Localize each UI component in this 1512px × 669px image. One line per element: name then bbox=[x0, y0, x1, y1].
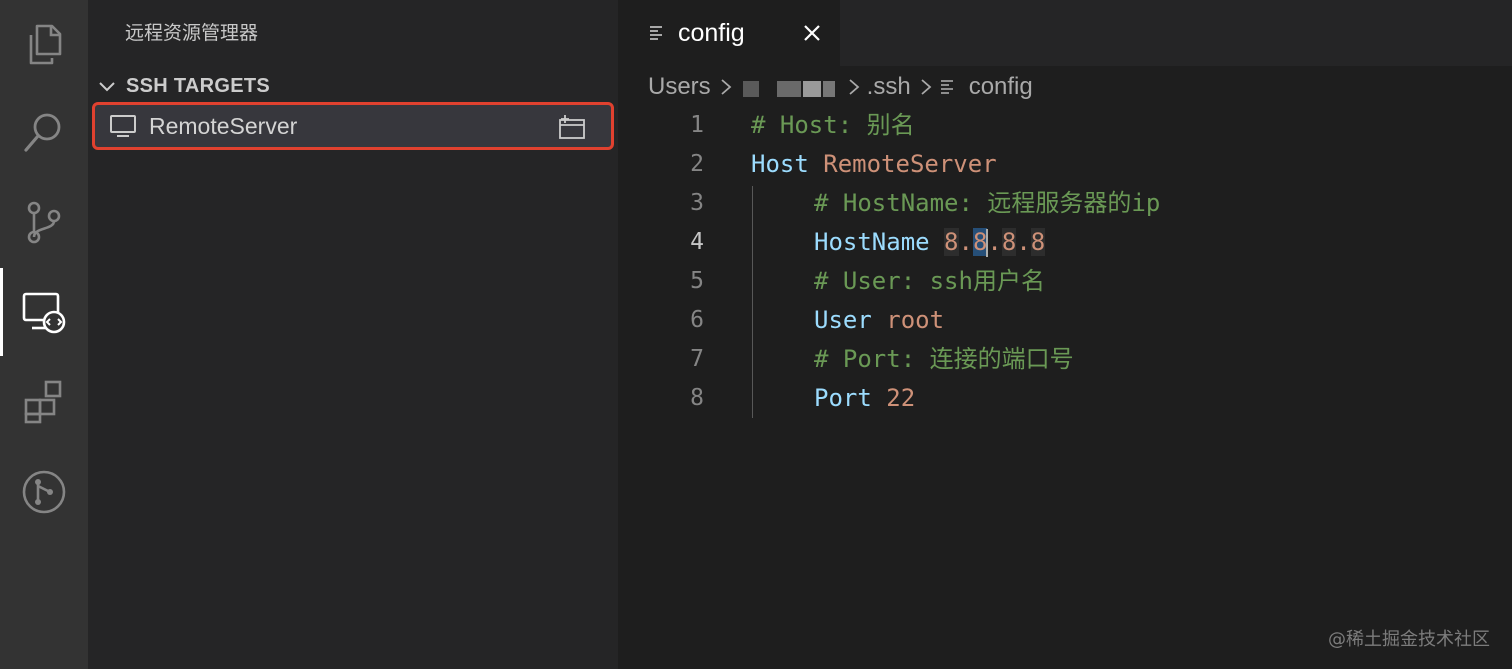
ip-digit: 8 bbox=[1030, 228, 1046, 256]
files-icon bbox=[29, 24, 62, 65]
line-number: 2 bbox=[690, 151, 704, 177]
ip-digit: 8 bbox=[1001, 228, 1017, 256]
code-value: RemoteServer bbox=[823, 150, 997, 178]
chevron-down-icon bbox=[99, 82, 115, 92]
monitor-icon bbox=[110, 115, 136, 137]
code-keyword: User bbox=[814, 306, 872, 334]
activity-bar bbox=[0, 0, 88, 669]
git-graph-icon bbox=[22, 470, 66, 514]
ssh-target-item[interactable]: RemoteServer bbox=[92, 102, 614, 150]
remote-explorer-icon bbox=[22, 292, 66, 334]
source-control-button[interactable] bbox=[0, 178, 88, 266]
breadcrumb-users[interactable]: Users bbox=[648, 73, 711, 101]
code-value: 8.8.8.8 bbox=[944, 228, 1046, 257]
new-window-icon[interactable] bbox=[557, 114, 587, 140]
ip-digit: 8 bbox=[972, 228, 988, 256]
remote-explorer-sidebar: 远程资源管理器 SSH TARGETS RemoteServer bbox=[88, 0, 618, 669]
ip-digit: 8 bbox=[944, 228, 959, 256]
breadcrumb-ssh[interactable]: .ssh bbox=[867, 73, 911, 101]
code-keyword: Host bbox=[751, 150, 809, 178]
line-number: 4 bbox=[690, 229, 704, 255]
tab-label: config bbox=[678, 18, 745, 47]
code-value: 22 bbox=[886, 384, 916, 412]
code-directive: HostName 8.8.8.8 bbox=[814, 223, 1046, 262]
line-number: 8 bbox=[690, 385, 704, 411]
code-line: 3 # HostName: 远程服务器的ip bbox=[618, 184, 1512, 223]
code-comment: # Host: 别名 bbox=[751, 111, 915, 139]
code-editor[interactable]: 1 # Host: 别名 2 Host RemoteServer 3 # Hos… bbox=[618, 106, 1512, 418]
git-graph-button[interactable] bbox=[0, 448, 88, 536]
ssh-target-name: RemoteServer bbox=[149, 112, 298, 139]
line-number: 1 bbox=[690, 112, 704, 138]
code-comment: # Port: 连接的端口号 bbox=[814, 345, 1074, 373]
file-lines-icon bbox=[940, 80, 953, 94]
extensions-button[interactable] bbox=[0, 358, 88, 446]
ip-dot: . bbox=[958, 228, 973, 256]
editor: config Users .ssh config 1 # Host: 别名 2 … bbox=[618, 0, 1512, 669]
line-number: 5 bbox=[690, 268, 704, 294]
code-comment: # User: ssh用户名 bbox=[814, 267, 1045, 295]
extensions-icon bbox=[24, 380, 62, 424]
code-line: 6 User root bbox=[618, 301, 1512, 340]
line-number: 6 bbox=[690, 307, 704, 333]
tab-strip: config bbox=[618, 0, 1512, 66]
code-line: 8 Port 22 bbox=[618, 379, 1512, 418]
code-line: 2 Host RemoteServer bbox=[618, 145, 1512, 184]
chevron-right-icon bbox=[921, 79, 932, 95]
source-control-icon bbox=[27, 201, 61, 244]
close-icon[interactable] bbox=[800, 21, 824, 45]
search-icon bbox=[24, 113, 61, 152]
code-keyword: Port bbox=[814, 384, 872, 412]
ip-dot: . bbox=[987, 228, 1002, 256]
file-lines-icon bbox=[650, 26, 662, 40]
tab-config[interactable]: config bbox=[618, 0, 840, 66]
code-directive: Port 22 bbox=[814, 379, 915, 418]
chevron-right-icon bbox=[849, 79, 860, 95]
breadcrumb-config-label: config bbox=[968, 73, 1033, 100]
code-line: 1 # Host: 别名 bbox=[618, 106, 1512, 145]
remote-explorer-button[interactable] bbox=[0, 268, 88, 356]
code-line: 7 # Port: 连接的端口号 bbox=[618, 340, 1512, 379]
code-line-current: 4 HostName 8.8.8.8 bbox=[618, 223, 1512, 262]
code-directive: User root bbox=[814, 301, 944, 340]
code-value: root bbox=[886, 306, 945, 334]
watermark: @稀土掘金技术社区 bbox=[1328, 629, 1490, 650]
breadcrumb-redacted-username[interactable] bbox=[739, 77, 839, 97]
chevron-right-icon bbox=[721, 79, 732, 95]
code-line: 5 # User: ssh用户名 bbox=[618, 262, 1512, 301]
line-number: 3 bbox=[690, 190, 704, 216]
code-directive: Host RemoteServer bbox=[751, 145, 997, 184]
explorer-button[interactable] bbox=[0, 0, 88, 88]
ip-dot: . bbox=[1016, 228, 1031, 256]
code-comment: # HostName: 远程服务器的ip bbox=[814, 189, 1161, 217]
breadcrumb-config[interactable]: config bbox=[939, 73, 1033, 101]
search-button[interactable] bbox=[0, 88, 88, 176]
code-keyword: HostName bbox=[814, 228, 930, 256]
section-label: SSH TARGETS bbox=[126, 74, 271, 97]
line-number: 7 bbox=[690, 346, 704, 372]
ssh-targets-section-header[interactable]: SSH TARGETS bbox=[88, 68, 618, 104]
breadcrumb: Users .ssh config bbox=[648, 68, 1033, 106]
sidebar-title: 远程资源管理器 bbox=[125, 22, 259, 44]
